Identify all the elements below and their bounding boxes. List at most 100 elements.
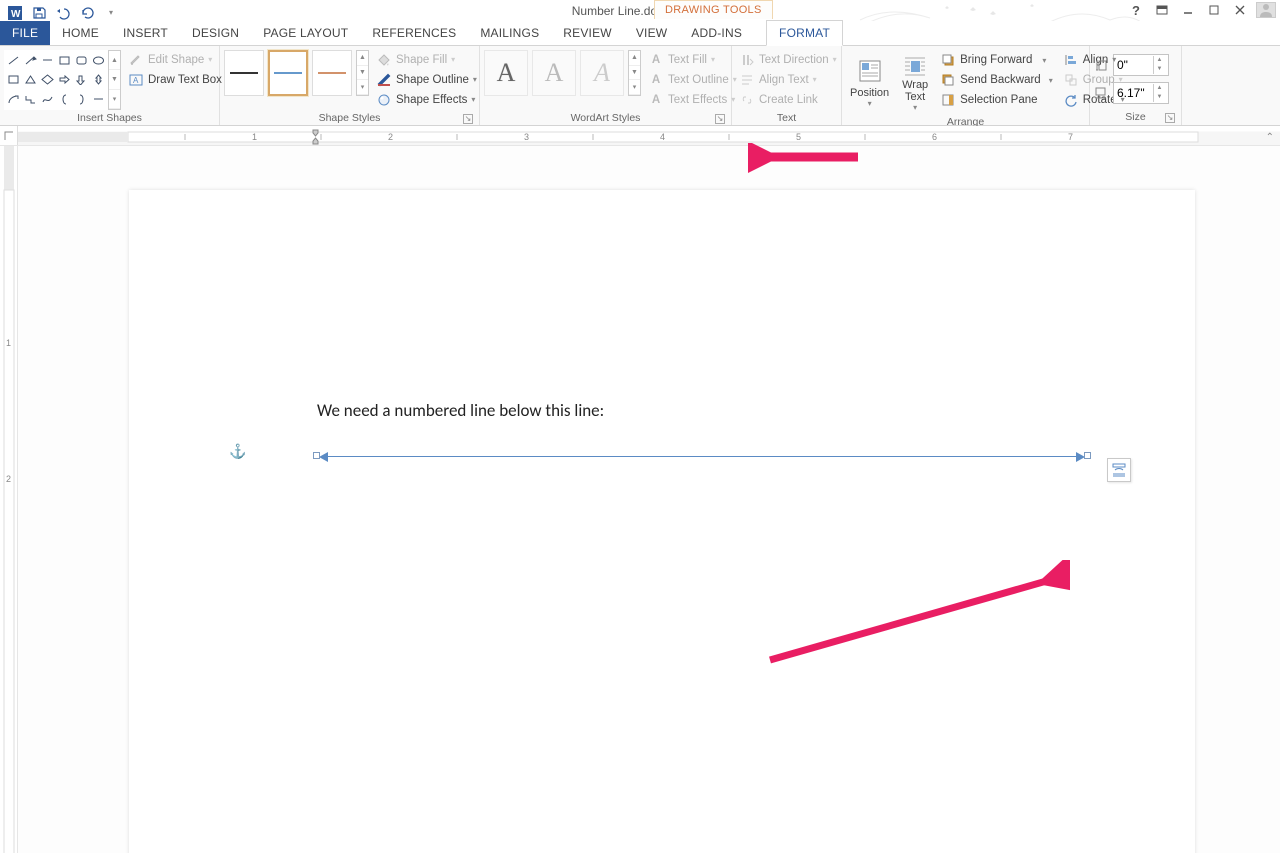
scroll-up-icon[interactable]: ▲	[357, 51, 368, 66]
shape-rounded-rect-icon[interactable]	[74, 51, 90, 70]
body-paragraph[interactable]: We need a numbered line below this line:	[317, 400, 1007, 421]
wrap-text-button[interactable]: Wrap Text	[897, 50, 933, 114]
send-backward-button[interactable]: Send Backward▾	[937, 70, 1056, 90]
help-button[interactable]: ?	[1126, 2, 1146, 18]
text-fill-button[interactable]: AText Fill	[645, 50, 740, 70]
shape-arrow-down-icon[interactable]	[74, 71, 90, 90]
text-outline-button[interactable]: AText Outline	[645, 70, 740, 90]
tab-view[interactable]: VIEW	[624, 21, 679, 45]
shape-rect-icon[interactable]	[56, 51, 72, 70]
save-button[interactable]	[28, 4, 50, 22]
tab-page-layout[interactable]: PAGE LAYOUT	[251, 21, 360, 45]
style-gallery-scroll[interactable]: ▲ ▼ ▾	[356, 50, 369, 96]
shape-arrow-right-icon[interactable]	[56, 71, 72, 90]
spin-up[interactable]: ▲	[1153, 84, 1165, 93]
wordart-preset-1[interactable]: A	[484, 50, 528, 96]
group-text: Text Direction Align Text Create Link Te…	[732, 46, 842, 125]
text-direction-button[interactable]: Text Direction	[736, 50, 840, 70]
style-preset-2-selected[interactable]	[268, 50, 308, 96]
app-icon[interactable]: W	[4, 4, 26, 22]
draw-text-box-button[interactable]: A Draw Text Box	[125, 70, 225, 90]
gallery-expand-icon[interactable]: ▾	[109, 90, 120, 109]
gallery-expand-icon[interactable]: ▾	[629, 80, 640, 95]
gallery-expand-icon[interactable]: ▾	[357, 80, 368, 95]
tab-file[interactable]: FILE	[0, 21, 50, 45]
shape-triangle-icon[interactable]	[22, 71, 38, 90]
tab-home[interactable]: HOME	[50, 21, 111, 45]
shape-rect2-icon[interactable]	[5, 71, 21, 90]
shape-style-gallery[interactable]: ▲ ▼ ▾	[224, 50, 369, 96]
selection-handle-left[interactable]	[313, 452, 320, 459]
undo-button[interactable]	[52, 4, 74, 22]
edit-shape-button[interactable]: Edit Shape	[125, 50, 225, 70]
tab-add-ins[interactable]: ADD-INS	[679, 21, 754, 45]
tab-format[interactable]: FORMAT	[766, 20, 843, 46]
ruler-corner[interactable]	[0, 126, 18, 145]
maximize-button[interactable]	[1204, 2, 1224, 18]
style-preset-1[interactable]	[224, 50, 264, 96]
document-canvas[interactable]: We need a numbered line below this line:…	[18, 146, 1280, 853]
shape-brace-l-icon[interactable]	[56, 90, 72, 109]
style-preset-3[interactable]	[312, 50, 352, 96]
ribbon-display-options[interactable]	[1152, 2, 1172, 18]
spin-up[interactable]: ▲	[1153, 56, 1165, 65]
scroll-up-icon[interactable]: ▲	[629, 51, 640, 66]
collapse-ribbon-button[interactable]: ⌃	[1266, 132, 1274, 143]
scroll-down-icon[interactable]: ▼	[357, 66, 368, 81]
shape-effects-button[interactable]: Shape Effects	[373, 90, 480, 110]
shape-line-arrow-icon[interactable]	[22, 51, 38, 70]
tab-mailings[interactable]: MAILINGS	[468, 21, 551, 45]
vertical-ruler[interactable]: 12	[0, 146, 18, 853]
tab-insert[interactable]: INSERT	[111, 21, 180, 45]
shape-line-icon[interactable]	[5, 51, 21, 70]
shape-fill-icon	[376, 52, 392, 68]
scroll-down-icon[interactable]: ▼	[109, 70, 120, 89]
shape-height-input[interactable]: ▲▼	[1113, 54, 1169, 76]
customize-qat[interactable]: ▾	[100, 4, 122, 22]
shape-brace-r-icon[interactable]	[74, 90, 90, 109]
shape-flowchart-icon[interactable]	[5, 90, 21, 109]
wordart-preset-3[interactable]: A	[580, 50, 624, 96]
redo-button[interactable]	[76, 4, 98, 22]
bring-forward-button[interactable]: Bring Forward▾	[937, 50, 1056, 70]
shapes-gallery[interactable]	[4, 50, 108, 110]
shape-freeform-icon[interactable]	[39, 90, 55, 109]
shapes-gallery-scroll[interactable]: ▲ ▼ ▾	[108, 50, 121, 110]
contextual-tab-label: DRAWING TOOLS	[654, 0, 773, 19]
selection-handle-right[interactable]	[1084, 452, 1091, 459]
double-arrow-shape[interactable]	[317, 452, 1087, 462]
minimize-button[interactable]	[1178, 2, 1198, 18]
group-label-text: Text	[736, 110, 837, 126]
tab-design[interactable]: DESIGN	[180, 21, 251, 45]
shape-diamond-icon[interactable]	[39, 71, 55, 90]
wordart-gallery[interactable]: A A A ▲ ▼ ▾	[484, 50, 641, 96]
account-button[interactable]	[1256, 2, 1276, 18]
align-text-button[interactable]: Align Text	[736, 70, 840, 90]
spin-down[interactable]: ▼	[1153, 93, 1165, 102]
scroll-down-icon[interactable]: ▼	[629, 66, 640, 81]
shape-fill-button[interactable]: Shape Fill	[373, 50, 480, 70]
position-button[interactable]: Position	[846, 50, 893, 114]
shape-styles-launcher[interactable]: ↘	[463, 114, 473, 124]
text-effects-button[interactable]: AText Effects	[645, 90, 740, 110]
wordart-gallery-scroll[interactable]: ▲ ▼ ▾	[628, 50, 641, 96]
create-link-button[interactable]: Create Link	[736, 90, 840, 110]
tab-references[interactable]: REFERENCES	[360, 21, 468, 45]
horizontal-ruler[interactable]: 123 4567 ⌃	[0, 126, 1280, 146]
shape-connector-icon[interactable]	[22, 90, 38, 109]
size-launcher[interactable]: ↘	[1165, 113, 1175, 123]
shape-oval-icon[interactable]	[91, 51, 107, 70]
scroll-up-icon[interactable]: ▲	[109, 51, 120, 70]
selection-pane-button[interactable]: Selection Pane	[937, 90, 1056, 110]
tab-review[interactable]: REVIEW	[551, 21, 624, 45]
height-value[interactable]	[1117, 58, 1153, 72]
close-button[interactable]	[1230, 2, 1250, 18]
shape-arrow-updown-icon[interactable]	[91, 71, 107, 90]
shape-line2-icon[interactable]	[39, 51, 55, 70]
wordart-preset-2[interactable]: A	[532, 50, 576, 96]
shape-more-icon[interactable]	[91, 90, 107, 109]
spin-down[interactable]: ▼	[1153, 65, 1165, 74]
layout-options-button[interactable]	[1107, 458, 1131, 482]
wordart-launcher[interactable]: ↘	[715, 114, 725, 124]
shape-outline-button[interactable]: Shape Outline	[373, 70, 480, 90]
